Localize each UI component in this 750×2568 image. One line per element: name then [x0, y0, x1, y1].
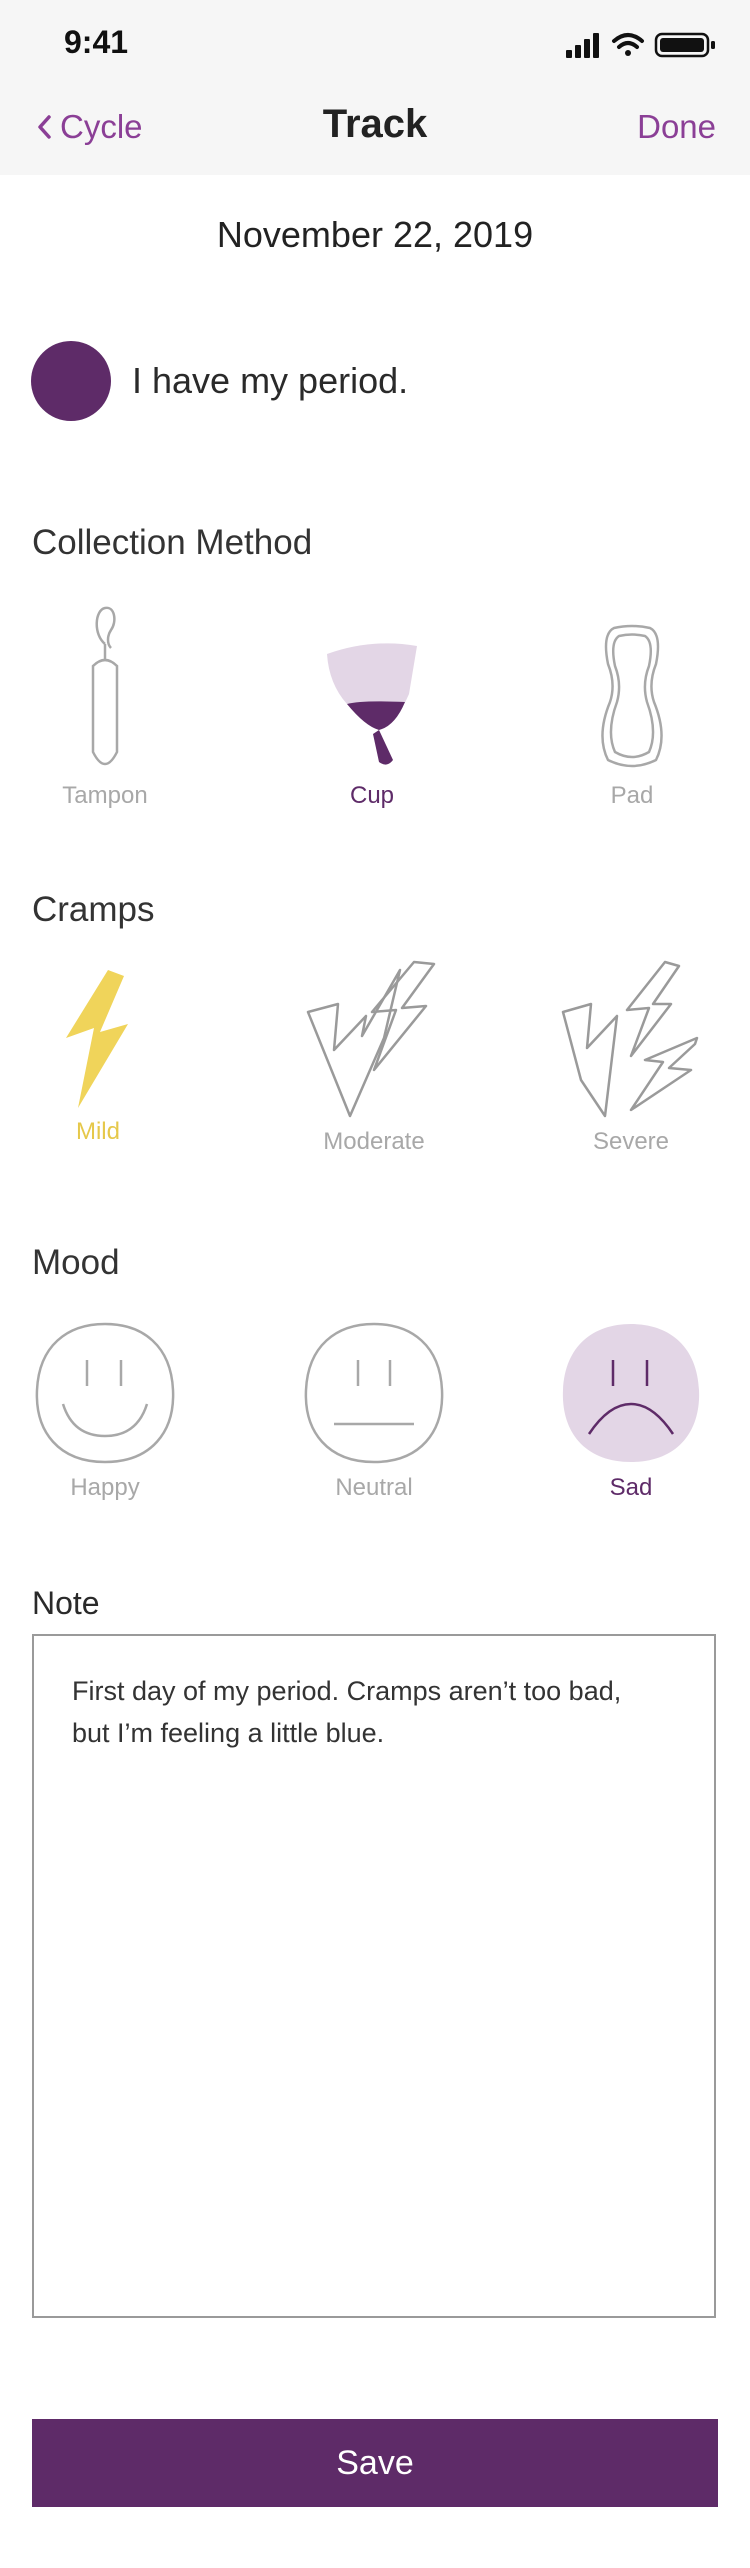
- lightning-single-icon: [66, 970, 128, 1108]
- option-tampon[interactable]: Tampon: [15, 604, 195, 810]
- lightning-triple-icon: [561, 960, 699, 1118]
- signal-icon: [566, 33, 599, 58]
- wifi-icon: [612, 33, 644, 56]
- status-icons: [566, 28, 718, 62]
- option-sad[interactable]: Sad: [541, 1320, 721, 1502]
- option-label: Tampon: [62, 782, 148, 809]
- collection-method-title: Collection Method: [32, 523, 313, 562]
- pad-icon: [601, 624, 663, 768]
- mood-title: Mood: [32, 1243, 120, 1282]
- option-label: Mild: [75, 1118, 120, 1145]
- happy-face-icon: [35, 1322, 175, 1464]
- option-moderate[interactable]: Moderate: [284, 960, 464, 1156]
- option-label: Sad: [609, 1474, 653, 1501]
- done-button[interactable]: Done: [637, 108, 716, 146]
- option-label: Moderate: [323, 1128, 425, 1155]
- note-textarea[interactable]: First day of my period. Cramps aren’t to…: [32, 1634, 716, 2318]
- option-label: Cup: [349, 782, 395, 809]
- period-label: I have my period.: [132, 360, 409, 401]
- period-toggle[interactable]: [31, 341, 111, 421]
- option-label: Severe: [592, 1128, 670, 1155]
- neutral-face-icon: [304, 1322, 444, 1464]
- option-label: Happy: [70, 1474, 140, 1501]
- sad-face-icon: [562, 1324, 700, 1462]
- battery-icon: [654, 32, 715, 58]
- option-neutral[interactable]: Neutral: [284, 1320, 464, 1502]
- option-happy[interactable]: Happy: [15, 1320, 195, 1502]
- menstrual-cup-icon: [327, 643, 417, 765]
- note-text: First day of my period. Cramps aren’t to…: [72, 1676, 622, 1748]
- cramps-title: Cramps: [32, 890, 155, 929]
- option-mild[interactable]: Mild: [8, 968, 188, 1146]
- option-pad[interactable]: Pad: [542, 624, 722, 810]
- status-time: 9:41: [64, 24, 129, 60]
- lightning-double-icon: [306, 960, 436, 1118]
- date-label: November 22, 2019: [216, 214, 534, 255]
- option-severe[interactable]: Severe: [541, 960, 721, 1156]
- option-label: Neutral: [335, 1474, 413, 1501]
- note-title: Note: [32, 1585, 100, 1621]
- tampon-icon: [91, 606, 119, 766]
- save-button[interactable]: Save: [32, 2419, 718, 2507]
- option-label: Pad: [610, 782, 654, 809]
- option-cup[interactable]: Cup: [282, 634, 462, 810]
